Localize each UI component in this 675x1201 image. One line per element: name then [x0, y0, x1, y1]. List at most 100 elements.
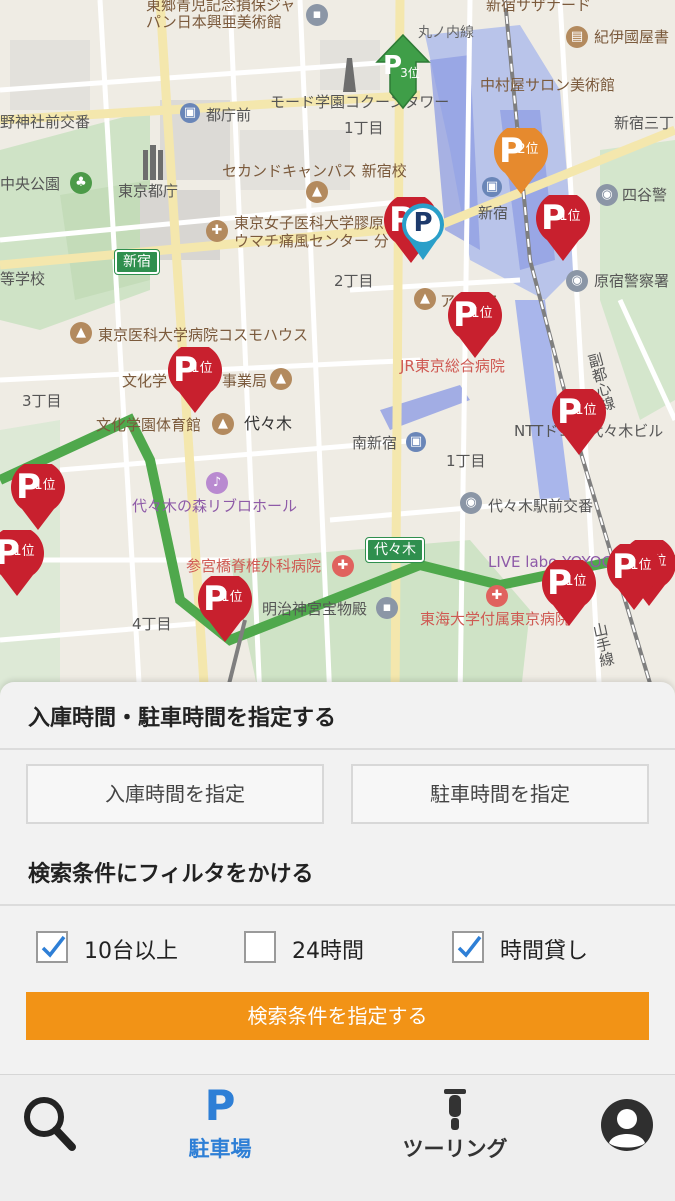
koban-icon: ◉: [460, 492, 482, 514]
parking-pin-rank1[interactable]: P 1位: [605, 540, 663, 614]
parking-pin-rank1[interactable]: P 1位: [0, 526, 46, 600]
parking-pin-rank1[interactable]: P 1位: [196, 572, 254, 646]
parking-pin-rank1[interactable]: P 1位: [550, 385, 608, 459]
tab-touring[interactable]: ツーリング: [385, 1075, 525, 1201]
check-icon: [41, 935, 66, 958]
divider: [0, 748, 675, 750]
hospital-tokai-icon: ✚: [486, 585, 508, 607]
map-label-chuo-park: 中央公園: [0, 175, 61, 193]
map-label-yoyogi-koban: 代々木駅前交番: [488, 497, 594, 515]
police-station-icon: ◉: [566, 270, 588, 292]
map-label-meiji: 明治神宮宝物殿: [262, 600, 368, 618]
filter-10-spaces-checkbox[interactable]: 10台以上: [36, 931, 216, 967]
motorcycle-icon: [444, 1089, 466, 1130]
pin-rank-label: 1位: [565, 574, 587, 589]
map-label-chome4: 4丁目: [132, 615, 172, 633]
map-label-harajuku-police: 原宿警察署: [594, 272, 670, 290]
map-label-nakamuraya: 中村屋サロン美術館: [480, 76, 616, 94]
map-label-liblo: 代々木の森リブロホール: [132, 497, 298, 515]
tab-bar: P 駐車場 ツーリング: [0, 1074, 675, 1201]
book-icon: ▤: [566, 26, 588, 48]
map-label-bunka-gym: 文化学園体育館: [96, 416, 202, 434]
pin-rank-label: 1位: [221, 590, 243, 605]
pin-rank-label: 1位: [559, 209, 581, 224]
parking-pin-rank1[interactable]: P 1位: [9, 460, 67, 534]
check-icon: [457, 935, 482, 958]
map-label-aoyama: 東郷青児記念損保ジャ: [146, 0, 296, 14]
museum-meiji-icon: ▪: [376, 597, 398, 619]
map-label-second-campus: セカンドキャンパス 新宿校: [222, 162, 407, 180]
pin-rank-label: 1位: [630, 558, 652, 573]
school-bunka-icon: ▲: [270, 368, 292, 390]
park-icon: ♣: [70, 172, 92, 194]
divider: [0, 904, 675, 906]
school-axis-icon: ▲: [414, 288, 436, 310]
pin-rank-label: 1位: [13, 544, 35, 559]
map-label-museum: パン日本興亜美術館: [146, 13, 282, 31]
user-icon: [601, 1099, 653, 1151]
entry-time-button[interactable]: 入庫時間を指定: [26, 764, 324, 824]
map-label-chome1a: 1丁目: [344, 119, 384, 137]
school-icon: ▲: [306, 181, 328, 203]
checkbox-label: 時間貸し: [500, 939, 589, 964]
tab-account[interactable]: [580, 1075, 675, 1201]
map-label-shinjuku3: 新宿三丁: [614, 114, 675, 132]
hospital-sangubashi-icon: ✚: [332, 555, 354, 577]
map-label-umachi: ウマチ痛風センター 分: [234, 232, 389, 250]
tab-search[interactable]: [0, 1075, 100, 1201]
marker-letter: P: [413, 208, 433, 238]
filter-24h-checkbox[interactable]: 24時間: [244, 931, 404, 967]
filter-section-title: 検索条件にフィルタをかける: [28, 862, 314, 887]
tab-parking[interactable]: P 駐車場: [160, 1075, 280, 1201]
map-label-jimukyoku: 事業局: [222, 372, 268, 390]
museum-icon: ▪: [306, 4, 328, 26]
map-label-saznaade: 新宿サザナード: [486, 0, 592, 14]
filter-hourly-checkbox[interactable]: 時間貸し: [452, 931, 632, 967]
map-label-bunka: 文化学: [122, 372, 168, 390]
pin-rank-label: 3位: [400, 66, 420, 80]
subway-icon: ▣: [180, 103, 200, 123]
parking-pin-rank2[interactable]: P 2位: [492, 124, 550, 198]
tab-label-touring: ツーリング: [402, 1137, 508, 1161]
parking-pin-rank3[interactable]: P 3位: [374, 30, 432, 110]
hospital-icon: ✚: [206, 220, 228, 242]
map-label-yoyogi: 代々木: [244, 414, 293, 433]
police-icon: ◉: [596, 184, 618, 206]
music-icon: ♪: [206, 472, 228, 494]
map-label-chome3: 3丁目: [22, 392, 62, 410]
road-sign-yoyogi: 代々木: [365, 537, 425, 563]
map-label-chome2: 2丁目: [334, 272, 374, 290]
checkbox-box: [452, 931, 484, 963]
parking-pin-rank1[interactable]: P 1位: [534, 191, 592, 265]
parking-pin-rank1[interactable]: P 1位: [166, 343, 224, 417]
map-label-gakko: 等学校: [0, 270, 46, 288]
checkbox-box: [244, 931, 276, 963]
apply-search-button[interactable]: 検索条件を指定する: [26, 992, 649, 1040]
tab-label-parking: 駐車場: [188, 1137, 252, 1161]
road-sign-shinjuku: 新宿: [114, 249, 160, 275]
selected-parking-marker[interactable]: P: [400, 202, 446, 264]
map-label-tochomae: 都庁前: [206, 106, 252, 124]
checkbox-label: 10台以上: [84, 939, 178, 964]
map-label-chome1b: 1丁目: [446, 452, 486, 470]
map-label-shinjuku-st: 新宿: [478, 204, 509, 222]
time-section-title: 入庫時間・駐車時間を指定する: [28, 706, 337, 731]
map-label-kinokuniya: 紀伊國屋書: [594, 28, 670, 46]
parking-icon: P: [204, 1081, 236, 1130]
map-view[interactable]: 東郷青児記念損保ジャ パン日本興亜美術館 ▪ 新宿サザナード ▤ 紀伊國屋書 丸…: [0, 0, 675, 700]
pin-rank-label: 2位: [517, 142, 539, 157]
map-label-sangubashi: 参宮橋脊椎外科病院: [186, 557, 322, 575]
checkbox-box: [36, 931, 68, 963]
map-label-minami-shinjuku: 南新宿: [352, 434, 398, 452]
map-label-yotsuya: 四谷警: [622, 186, 668, 204]
map-label-jinja: 野神社前交番: [0, 113, 91, 131]
parking-time-button[interactable]: 駐車時間を指定: [351, 764, 649, 824]
map-label-tocho: 東京都庁: [118, 182, 179, 200]
parking-pin-rank1[interactable]: P 1位: [540, 556, 598, 630]
parking-pin-rank1[interactable]: P 1位: [446, 288, 504, 362]
pin-rank-label: 1位: [34, 478, 56, 493]
checkbox-label: 24時間: [292, 939, 364, 964]
pin-rank-label: 1位: [191, 361, 213, 376]
map-label-joshi: 東京女子医科大学膠原: [234, 214, 385, 232]
hospital-house-icon: ▲: [70, 322, 92, 344]
